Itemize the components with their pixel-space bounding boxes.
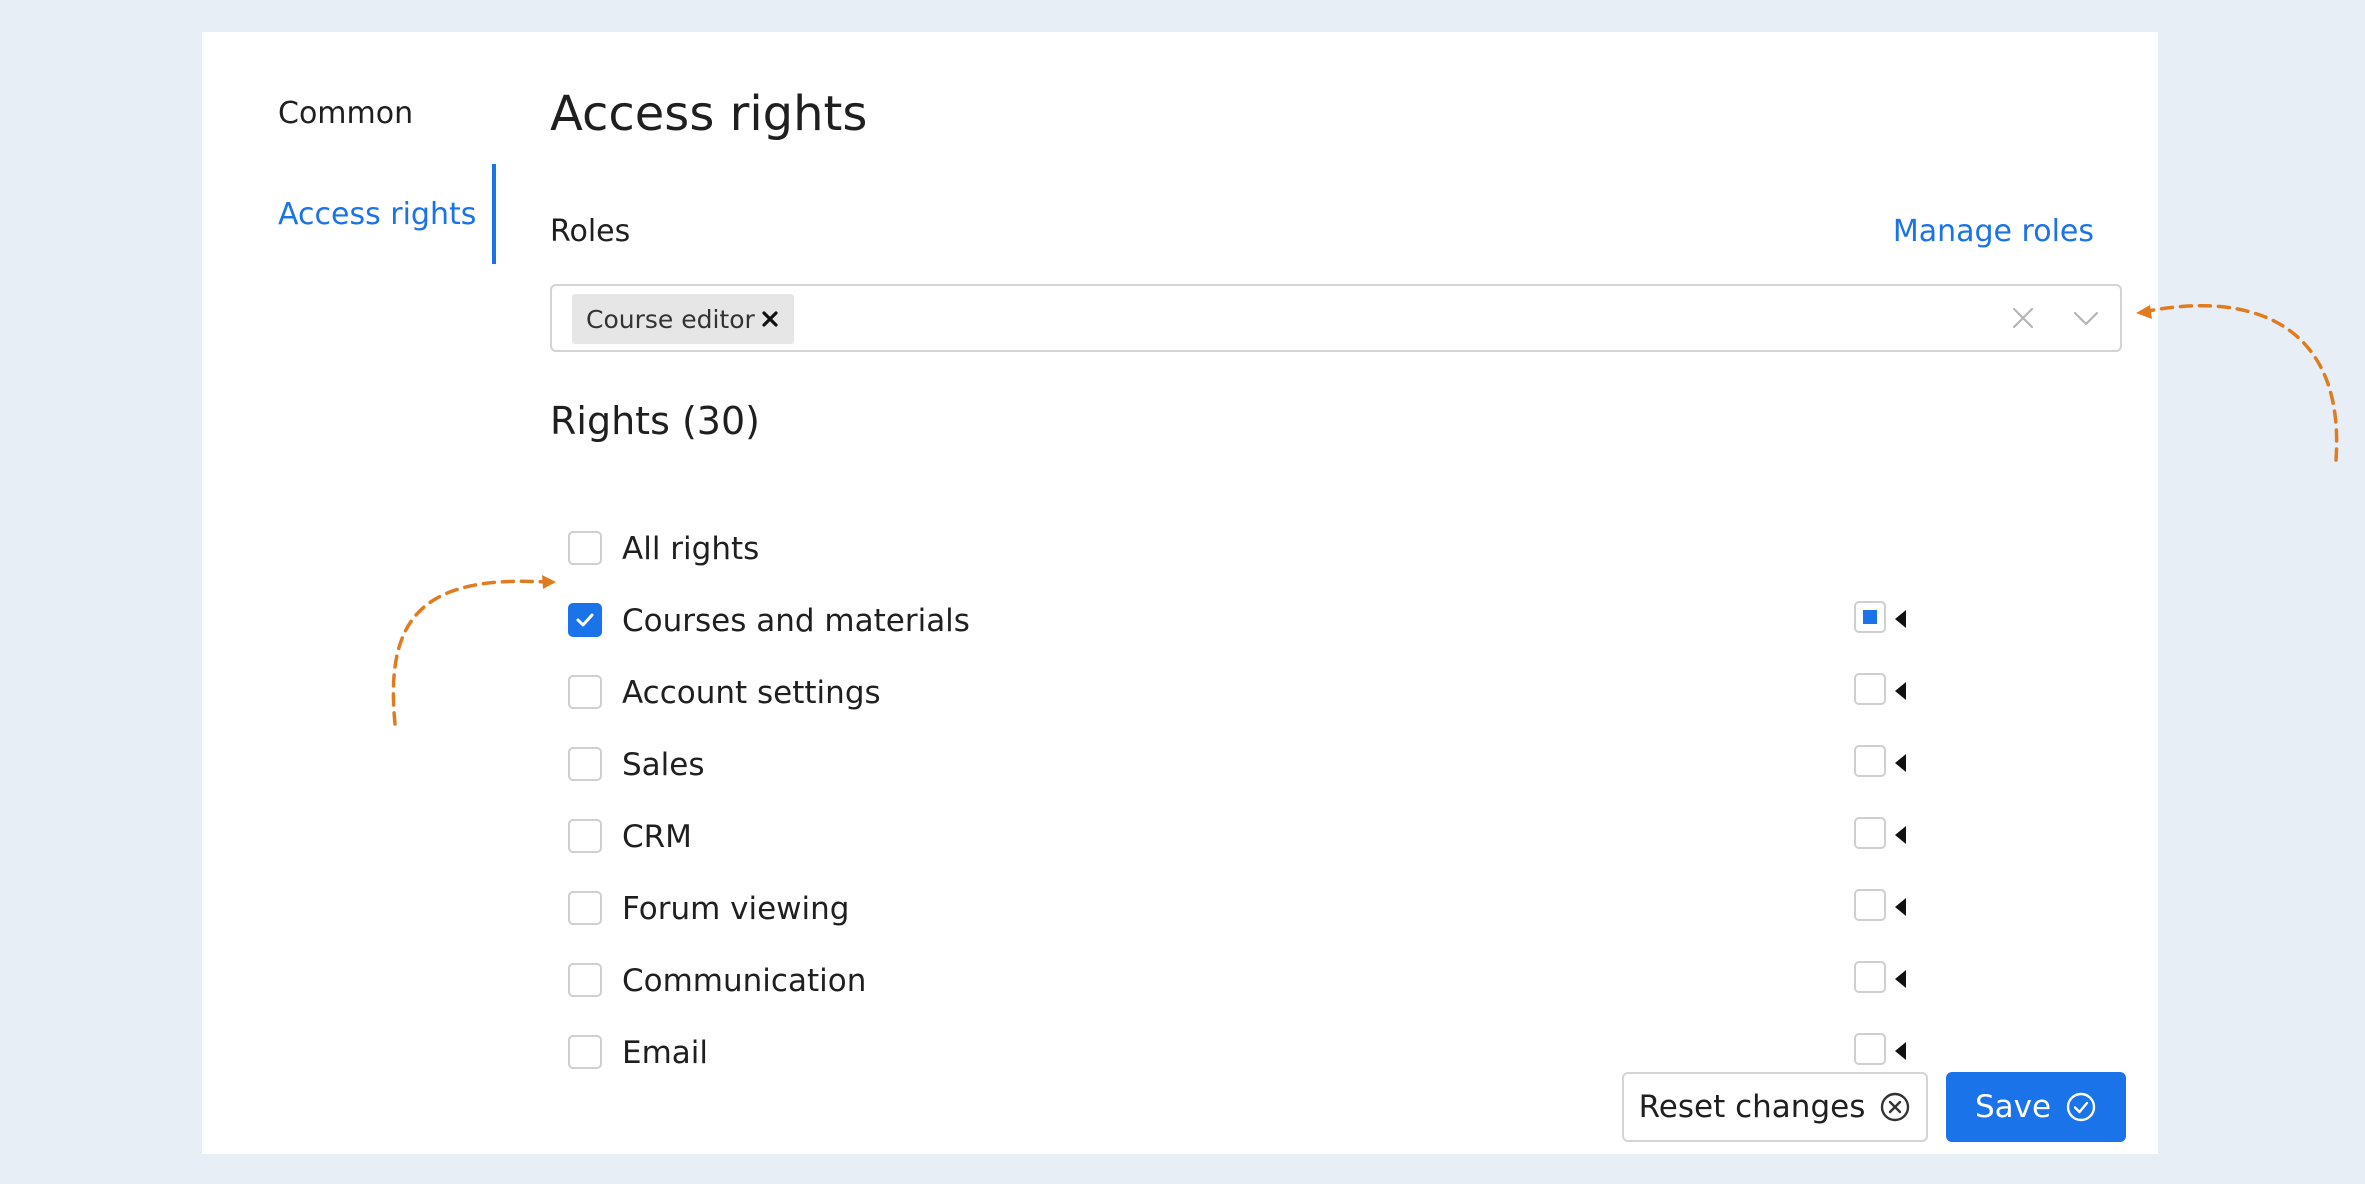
save-label: Save <box>1974 1089 2052 1125</box>
role-tag-label: Course editor <box>586 304 755 334</box>
right-label: Communication <box>622 963 867 999</box>
sub-rights-checkbox[interactable] <box>1854 673 1886 705</box>
right-row-email: Email <box>568 1033 2168 1073</box>
sub-rights-checkbox[interactable] <box>1854 745 1886 777</box>
close-icon[interactable] <box>758 307 782 331</box>
reset-changes-button[interactable]: Reset changes <box>1622 1072 1928 1142</box>
forum-viewing-checkbox[interactable] <box>568 891 602 925</box>
caret-left-icon[interactable] <box>1895 754 1906 772</box>
chevron-down-icon[interactable] <box>2072 305 2100 331</box>
caret-left-icon[interactable] <box>1895 970 1906 988</box>
right-label: CRM <box>622 819 692 855</box>
annotation-arrow-roles <box>2136 303 2339 462</box>
right-label: Courses and materials <box>622 603 970 639</box>
sub-rights-checkbox[interactable] <box>1854 817 1886 849</box>
save-button[interactable]: Save <box>1946 1072 2126 1142</box>
role-tag: Course editor <box>572 294 794 344</box>
sub-rights-checkbox[interactable] <box>1854 1033 1886 1065</box>
email-checkbox[interactable] <box>568 1035 602 1069</box>
right-label: Sales <box>622 747 705 783</box>
manage-roles-link[interactable]: Manage roles <box>1893 212 2094 252</box>
caret-left-icon[interactable] <box>1895 682 1906 700</box>
sub-rights-checkbox[interactable] <box>1854 961 1886 993</box>
right-row-crm: CRM <box>568 817 2168 857</box>
roles-multiselect[interactable]: Course editor <box>550 284 2122 352</box>
caret-left-icon[interactable] <box>1895 826 1906 844</box>
rights-title: Rights (30) <box>550 399 760 443</box>
clear-icon[interactable] <box>2010 305 2036 331</box>
right-label: Account settings <box>622 675 881 711</box>
settings-panel: Common Access rights Access rights Roles… <box>202 32 2158 1154</box>
communication-checkbox[interactable] <box>568 963 602 997</box>
partial-indicator <box>1863 610 1877 624</box>
right-label: All rights <box>622 531 760 567</box>
right-row-sales: Sales <box>568 745 2168 785</box>
reset-changes-label: Reset changes <box>1638 1089 1866 1125</box>
sidebar-item-access-rights[interactable]: Access rights <box>278 195 476 235</box>
sub-rights-checkbox[interactable] <box>1854 601 1886 633</box>
right-row-all-rights: All rights <box>568 529 2168 569</box>
right-row-account-settings: Account settings <box>568 673 2168 713</box>
right-row-communication: Communication <box>568 961 2168 1001</box>
sidebar-active-indicator <box>492 164 496 264</box>
caret-left-icon[interactable] <box>1895 610 1906 628</box>
right-row-forum-viewing: Forum viewing <box>568 889 2168 929</box>
right-row-courses-and-materials: Courses and materials <box>568 601 2168 641</box>
account-settings-checkbox[interactable] <box>568 675 602 709</box>
circle-check-icon <box>2066 1092 2096 1122</box>
right-label: Forum viewing <box>622 891 850 927</box>
crm-checkbox[interactable] <box>568 819 602 853</box>
sidebar-item-common[interactable]: Common <box>278 94 413 134</box>
sub-rights-checkbox[interactable] <box>1854 889 1886 921</box>
right-label: Email <box>622 1035 709 1071</box>
all-rights-checkbox[interactable] <box>568 531 602 565</box>
roles-label: Roles <box>550 214 631 249</box>
page-title: Access rights <box>550 86 868 142</box>
checkmark-icon <box>576 613 594 627</box>
sales-checkbox[interactable] <box>568 747 602 781</box>
caret-left-icon[interactable] <box>1895 898 1906 916</box>
courses-and-materials-checkbox[interactable] <box>568 603 602 637</box>
circle-x-icon <box>1881 1092 1910 1122</box>
caret-left-icon[interactable] <box>1895 1042 1906 1060</box>
